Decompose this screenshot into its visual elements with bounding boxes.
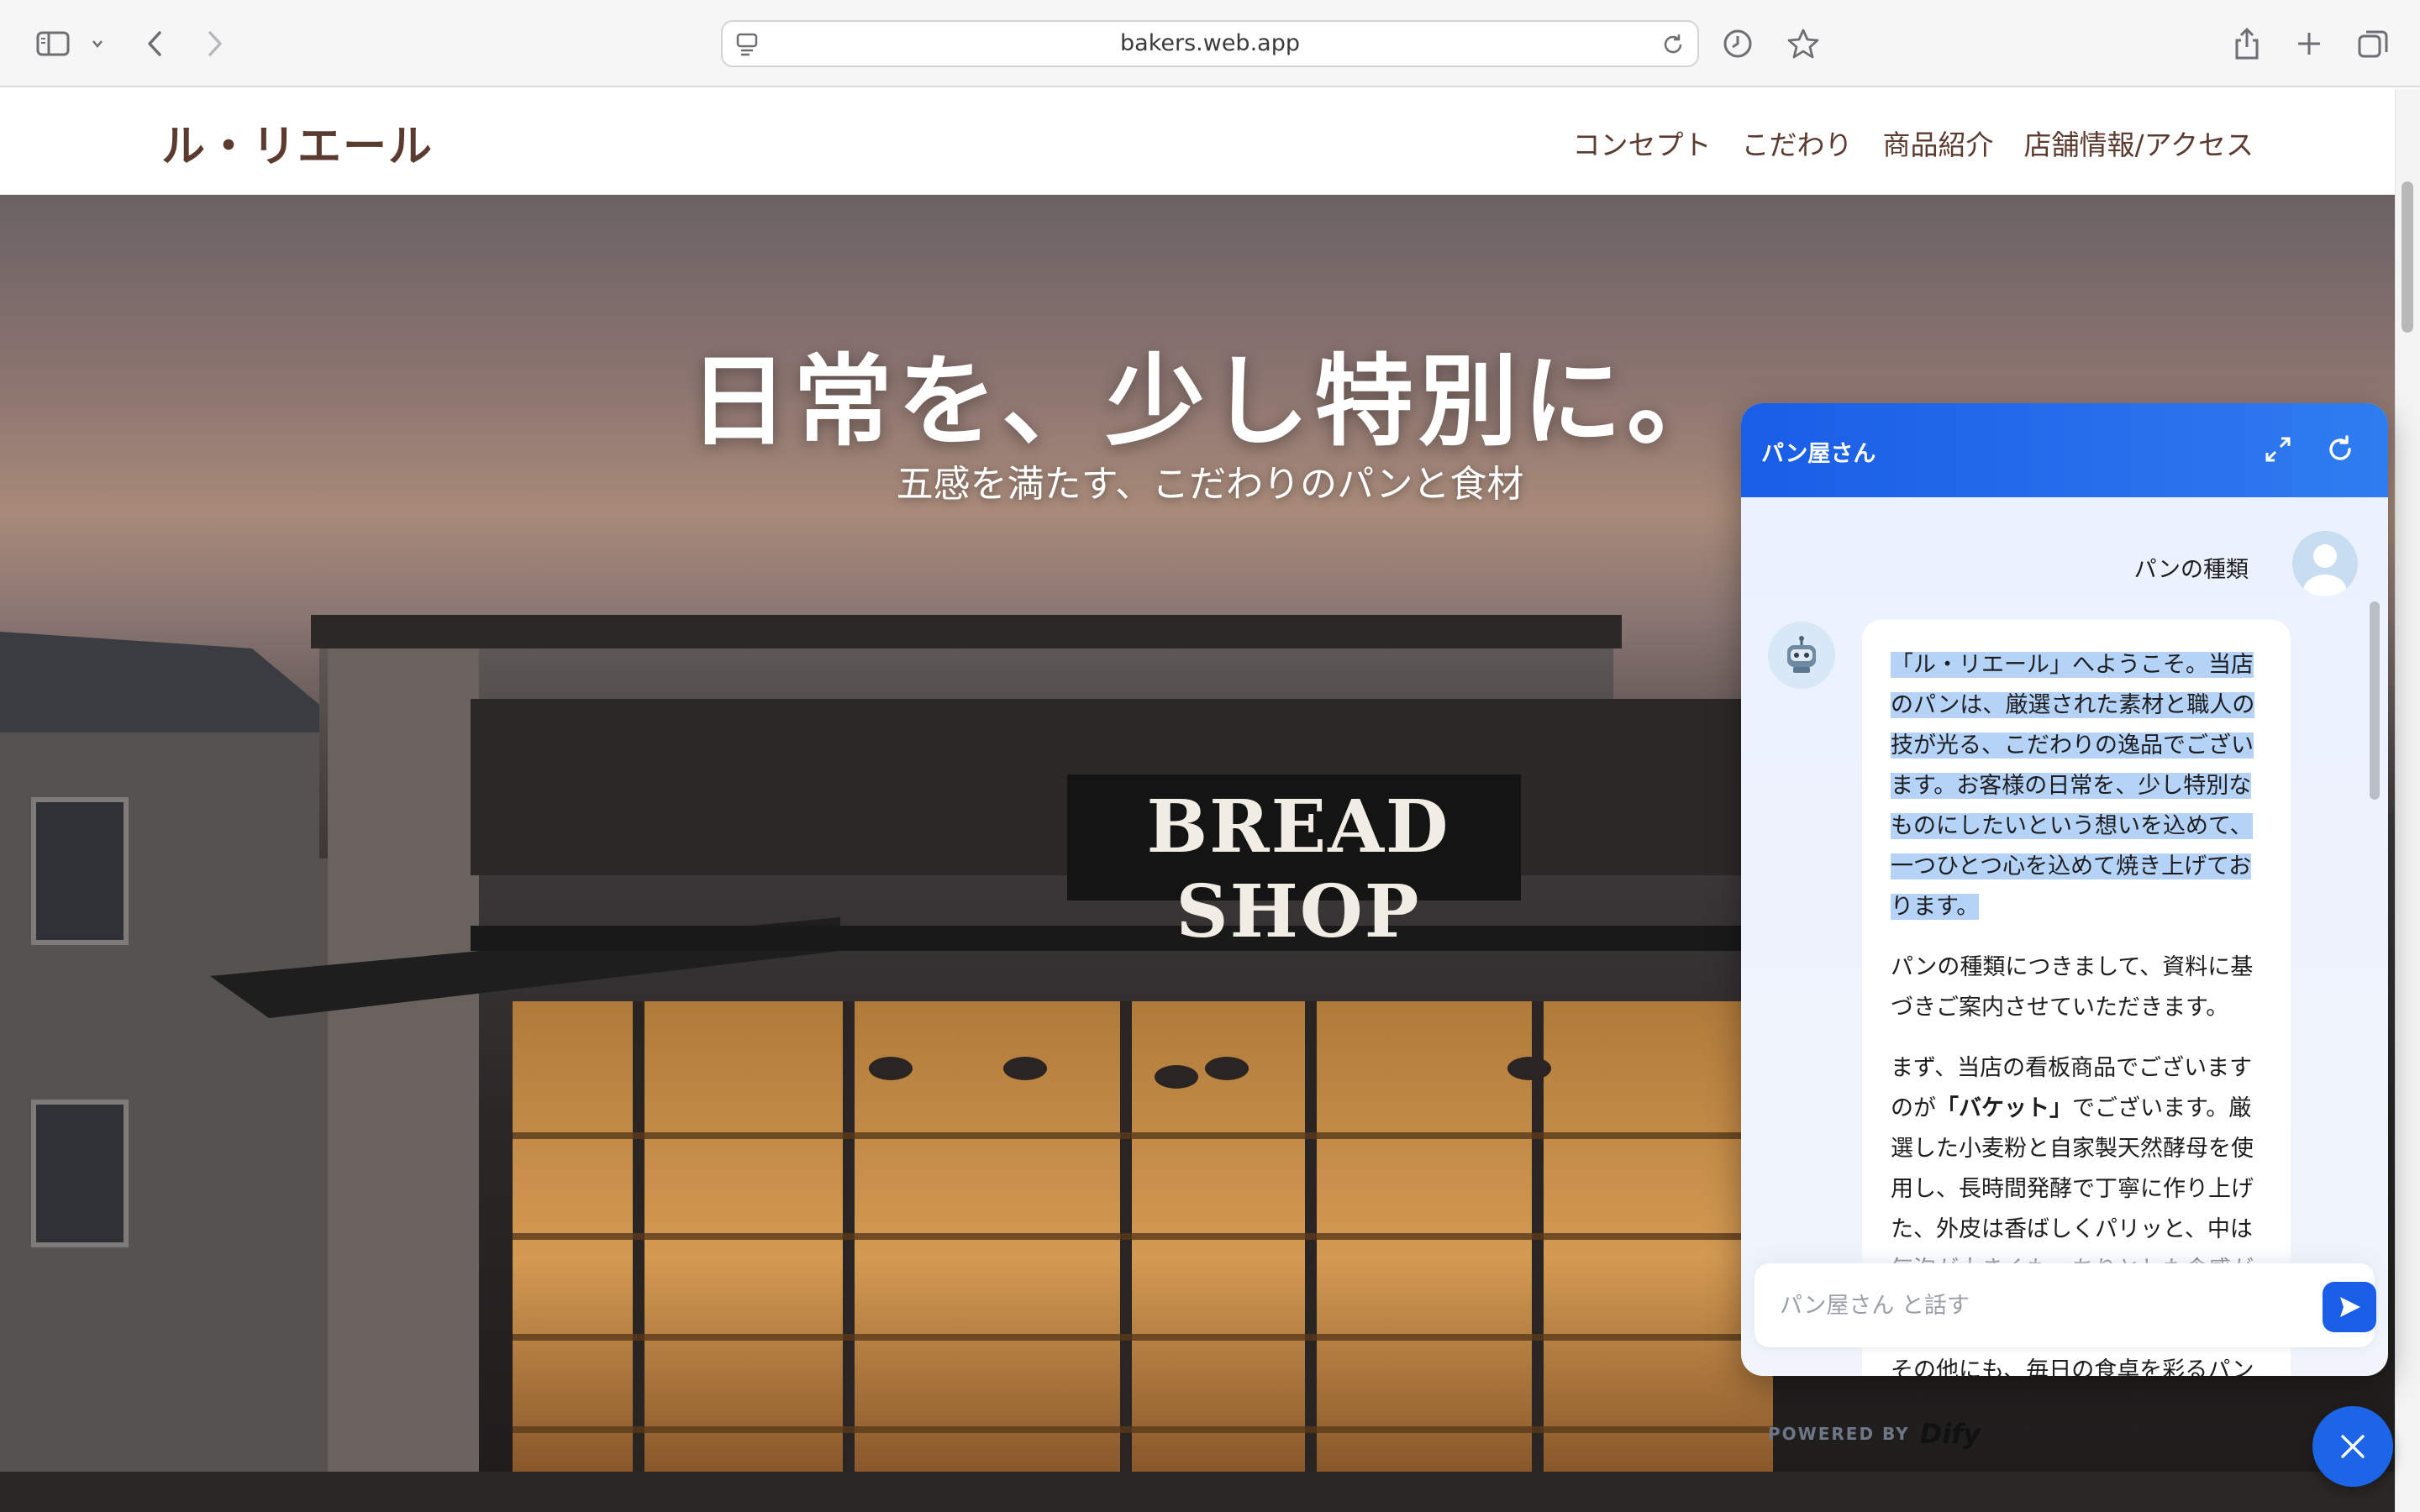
tab-overview-icon[interactable] — [2354, 22, 2391, 66]
chat-messages[interactable]: パンの種類 「ル・リエール」へようこそ。当店のパンは、厳選された素材と職人の技が… — [1741, 497, 2388, 1376]
site-logo[interactable]: ル・リエール — [161, 111, 434, 174]
chevron-down-icon[interactable] — [87, 22, 108, 66]
main-nav: コンセプト こだわり 商品紹介 店舗情報/アクセス — [1573, 123, 2254, 163]
bot-paragraph-welcome: 「ル・リエール」へようこそ。当店のパンは、厳選された素材と職人の技が光る、こだわ… — [1891, 652, 2255, 920]
close-chat-button[interactable] — [2312, 1406, 2393, 1487]
chat-header: パン屋さん — [1741, 403, 2388, 497]
chat-input-box — [1754, 1263, 2376, 1347]
nav-products[interactable]: 商品紹介 — [1883, 123, 1994, 163]
chat-widget: パン屋さん パンの種類 「ル・リエール」へようこそ。当店のパンは、厳選された素材… — [1741, 403, 2388, 1376]
expand-icon[interactable] — [2257, 428, 2299, 470]
powered-by: POWERED BY Dify — [1768, 1418, 1981, 1450]
site-header: ル・リエール コンセプト こだわり 商品紹介 店舗情報/アクセス — [0, 89, 2395, 195]
bot-paragraph-intro: パンの種類につきまして、資料に基づきご案内させていただきます。 — [1891, 954, 2254, 1021]
user-message: パンの種類 — [2133, 557, 2249, 583]
share-icon[interactable] — [2230, 22, 2264, 66]
nav-commitment[interactable]: こだわり — [1742, 123, 1853, 163]
chat-title: パン屋さん — [1761, 441, 1876, 467]
reload-icon[interactable] — [1660, 32, 1686, 60]
history-icon[interactable] — [1719, 22, 1756, 66]
chat-input[interactable] — [1754, 1263, 2292, 1347]
page-scrollbar[interactable] — [2395, 89, 2420, 1512]
browser-toolbar: bakers.web.app — [0, 0, 2420, 87]
new-tab-icon[interactable] — [2292, 22, 2326, 66]
user-avatar — [2292, 531, 2358, 596]
robot-avatar-icon — [1768, 622, 1835, 689]
nav-concept[interactable]: コンセプト — [1573, 123, 1712, 163]
bot-paragraph-others: その他にも、毎日の食卓を彩るパン — [1891, 1357, 2254, 1376]
nav-store-access[interactable]: 店舗情報/アクセス — [2024, 123, 2254, 163]
bread-shop-sign: BREAD SHOP — [1146, 785, 1450, 954]
back-icon[interactable] — [138, 22, 171, 66]
sidebar-icon[interactable] — [32, 22, 74, 66]
address-bar[interactable]: bakers.web.app — [721, 20, 1699, 67]
bookmark-star-icon[interactable] — [1785, 22, 1822, 66]
dify-logo[interactable]: Dify — [1920, 1418, 1981, 1450]
forward-icon[interactable] — [198, 22, 232, 66]
bot-message[interactable]: 「ル・リエール」へようこそ。当店のパンは、厳選された素材と職人の技が光る、こだわ… — [1862, 620, 2291, 1376]
page-scrollbar-thumb[interactable] — [2402, 181, 2413, 333]
close-icon — [2341, 1435, 2365, 1458]
send-icon — [2340, 1297, 2360, 1317]
restart-conversation-icon[interactable] — [2319, 428, 2361, 470]
send-button[interactable] — [2323, 1282, 2376, 1332]
powered-by-label: POWERED BY — [1768, 1424, 1910, 1444]
url-text[interactable]: bakers.web.app — [723, 22, 1697, 66]
chat-scrollbar[interactable] — [2370, 601, 2380, 800]
